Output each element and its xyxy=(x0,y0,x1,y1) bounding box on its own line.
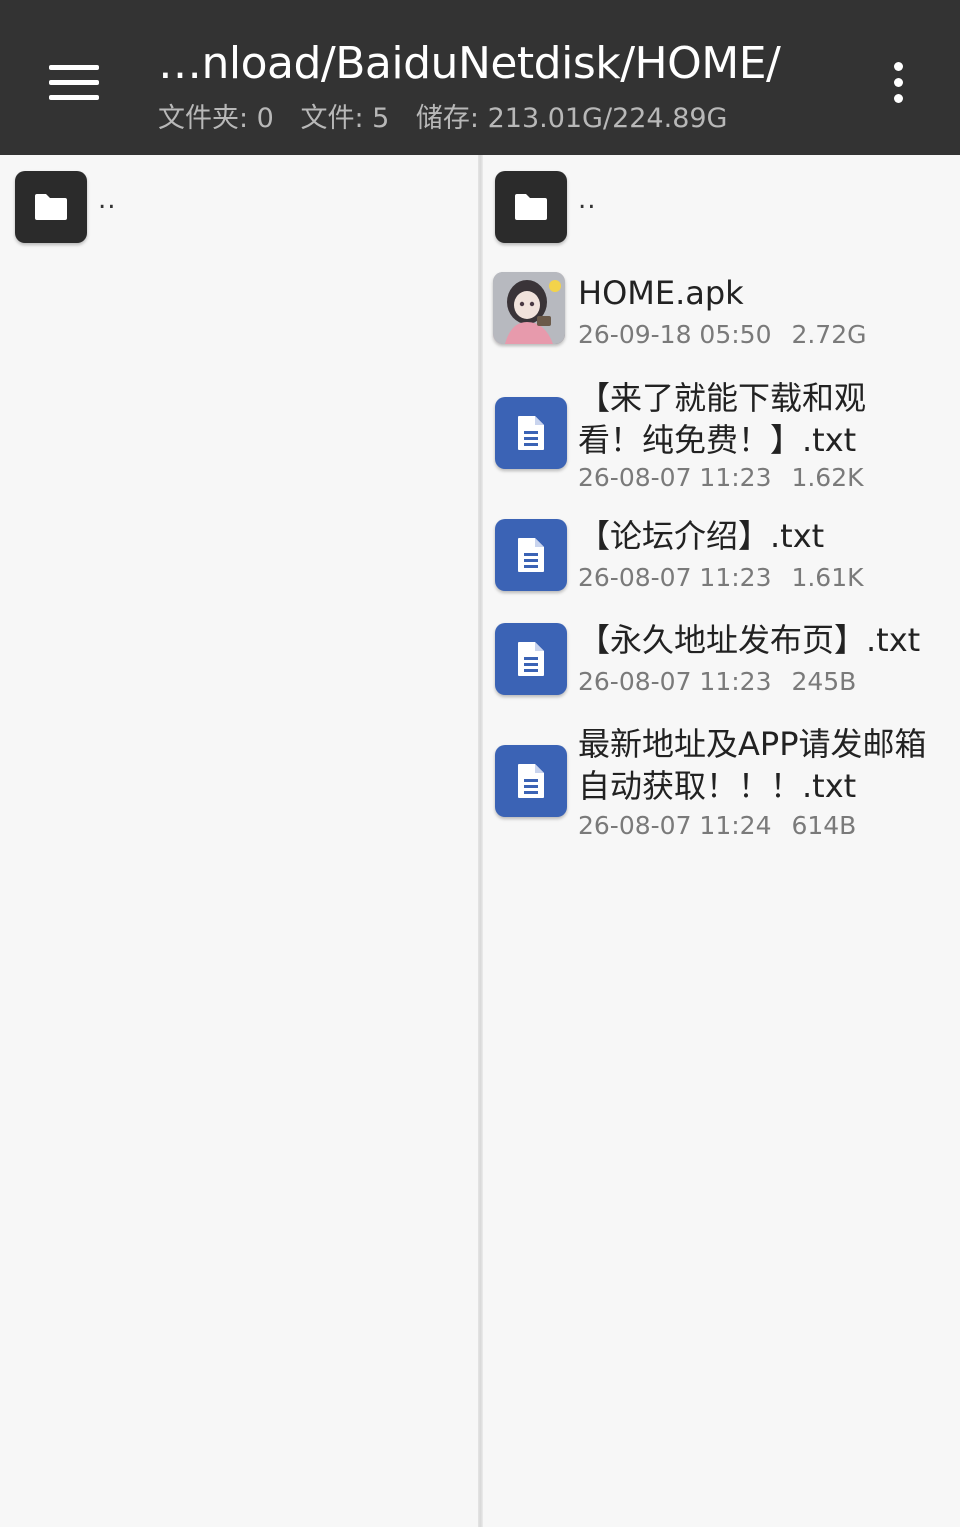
file-name: 【论坛介绍】.txt xyxy=(578,517,825,555)
file-date: 26-08-07 11:23 xyxy=(578,563,772,592)
file-size: 245B xyxy=(791,667,857,696)
file-name: 【永久地址发布页】.txt xyxy=(578,621,921,659)
file-name: HOME.apk xyxy=(578,274,744,312)
file-date: 26-08-07 11:23 xyxy=(578,463,772,492)
apk-thumbnail-icon xyxy=(493,272,565,344)
file-row[interactable]: 【永久地址发布页】.txt 26-08-07 11:23 245B xyxy=(483,619,960,709)
parent-dir-label: .. xyxy=(578,185,597,215)
file-name: 最新地址及APP请发邮箱自动获取！！！.txt xyxy=(578,725,927,805)
text-file-icon xyxy=(495,623,567,695)
file-manager-screen: …nload/BaiduNetdisk/HOME/ 文件夹: 0 文件: 5 储… xyxy=(0,0,960,1527)
more-options-icon[interactable] xyxy=(874,55,922,109)
parent-folder-row[interactable]: .. xyxy=(483,171,960,251)
file-size: 2.72G xyxy=(791,320,867,349)
right-pane: .. HOME.apk 26-09-18 05:50 2.72G 【来了就能下载… xyxy=(483,155,960,1527)
menu-icon[interactable] xyxy=(38,50,110,114)
file-row[interactable]: 【论坛介绍】.txt 26-08-07 11:23 1.61K xyxy=(483,515,960,605)
file-meta: 26-09-18 05:50 2.72G xyxy=(578,320,866,349)
folder-count: 文件夹: 0 xyxy=(158,103,274,134)
parent-folder-row[interactable]: .. xyxy=(0,171,478,251)
file-size: 1.61K xyxy=(791,563,864,592)
file-count: 文件: 5 xyxy=(300,103,390,134)
app-bar: …nload/BaiduNetdisk/HOME/ 文件夹: 0 文件: 5 储… xyxy=(0,0,960,155)
folder-icon xyxy=(15,171,87,243)
file-meta: 26-08-07 11:23 245B xyxy=(578,667,856,696)
text-file-icon xyxy=(495,397,567,469)
file-row[interactable]: 最新地址及APP请发邮箱自动获取！！！.txt 26-08-07 11:24 6… xyxy=(483,723,960,853)
file-size: 614B xyxy=(791,811,857,840)
file-row[interactable]: HOME.apk 26-09-18 05:50 2.72G xyxy=(483,270,960,360)
folder-icon xyxy=(495,171,567,243)
file-size: 1.62K xyxy=(791,463,864,492)
parent-dir-label: .. xyxy=(98,185,117,215)
path-title[interactable]: …nload/BaiduNetdisk/HOME/ xyxy=(158,38,781,89)
text-file-icon xyxy=(495,745,567,817)
left-pane: .. xyxy=(0,155,478,1527)
file-date: 26-08-07 11:24 xyxy=(578,811,772,840)
file-meta: 26-08-07 11:24 614B xyxy=(578,811,856,840)
file-meta: 26-08-07 11:23 1.62K xyxy=(578,463,864,492)
text-file-icon xyxy=(495,519,567,591)
file-date: 26-08-07 11:23 xyxy=(578,667,772,696)
path-stats: 文件夹: 0 文件: 5 储存: 213.01G/224.89G xyxy=(158,96,745,135)
file-name: 【来了就能下载和观看！纯免费！】.txt xyxy=(578,379,867,459)
file-meta: 26-08-07 11:23 1.61K xyxy=(578,563,864,592)
file-date: 26-09-18 05:50 xyxy=(578,320,772,349)
storage-usage: 储存: 213.01G/224.89G xyxy=(415,103,728,134)
file-row[interactable]: 【来了就能下载和观看！纯免费！】.txt 26-08-07 11:23 1.62… xyxy=(483,375,960,505)
